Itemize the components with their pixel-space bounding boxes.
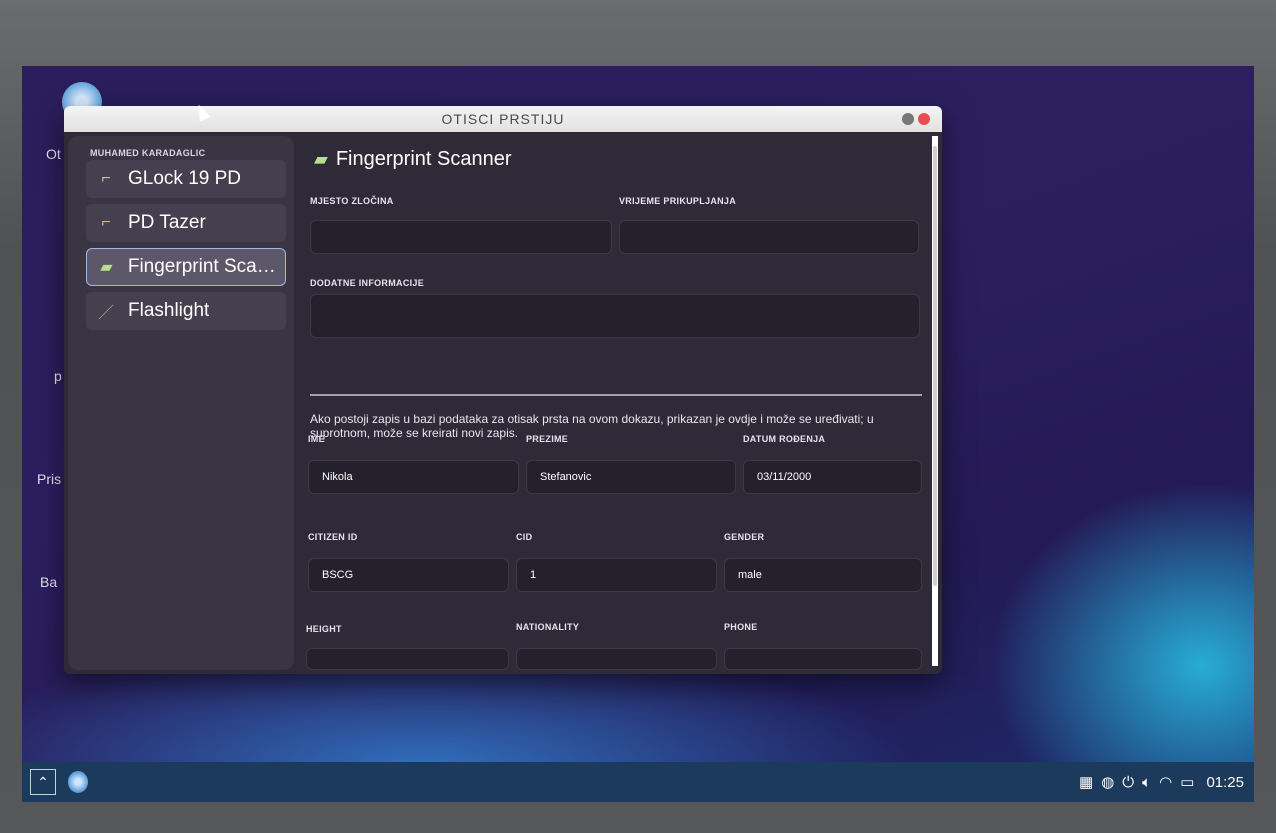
pistol-icon: ⌐ — [101, 170, 111, 187]
additional-info-input[interactable] — [310, 294, 920, 338]
height-label: HEIGHT — [306, 624, 342, 634]
globe-icon[interactable]: ◍ — [1101, 773, 1114, 791]
power-icon[interactable]: ⏻ — [1122, 774, 1134, 791]
first-name-label: IME — [308, 434, 325, 444]
height-input[interactable] — [306, 648, 509, 670]
sidebar-item-glock[interactable]: ⌐ GLock 19 PD — [86, 160, 286, 198]
page-title: ▰ Fingerprint Scanner — [314, 148, 512, 171]
phone-label: PHONE — [724, 622, 758, 632]
system-tray: ▦ ◍ ⏻ 🔈︎ ◠ ▭ 01:25 — [1079, 773, 1244, 792]
gender-input[interactable]: male — [724, 558, 922, 592]
page-title-text: Fingerprint Scanner — [335, 148, 512, 170]
last-name-input[interactable]: Stefanovic — [526, 460, 736, 494]
taskbar: ⌃ ▦ ◍ ⏻ 🔈︎ ◠ ▭ 01:25 — [22, 762, 1254, 802]
sidebar-item-label: PD Tazer — [128, 212, 206, 233]
sidebar-item-label: Fingerprint Scanner — [127, 256, 285, 277]
close-button[interactable] — [918, 113, 930, 125]
first-name-input[interactable]: Nikola — [308, 460, 519, 494]
sidebar-item-fingerprint-scanner[interactable]: ▰ Fingerprint Scanner — [86, 248, 286, 286]
wifi-icon[interactable]: ◠ — [1159, 773, 1172, 791]
volume-icon[interactable]: 🔈︎ — [1142, 774, 1151, 791]
crime-scene-label: MJESTO ZLOČINA — [310, 196, 394, 206]
battery-icon[interactable]: ▭ — [1180, 773, 1194, 791]
cid-label: CID — [516, 532, 533, 542]
sidebar: MUHAMED KARADAGLIC ⌐ GLock 19 PD ⌐ PD Ta… — [68, 136, 294, 670]
scrollbar-thumb[interactable] — [933, 146, 937, 586]
nationality-label: NATIONALITY — [516, 622, 580, 632]
fingerprint-scanner-icon: ▰ — [314, 149, 328, 169]
fingerprint-scanner-icon: ▰ — [100, 259, 113, 276]
gender-label: GENDER — [724, 532, 765, 542]
sidebar-item-label: Flashlight — [128, 300, 210, 321]
window-title: OTISCI PRSTIJU — [441, 111, 565, 127]
additional-info-label: DODATNE INFORMACIJE — [310, 278, 425, 288]
dob-label: DATUM ROĐENJA — [743, 434, 826, 444]
sidebar-item-label: GLock 19 PD — [128, 168, 241, 189]
owner-name: MUHAMED KARADAGLIC — [90, 148, 206, 158]
citizen-id-label: CITIZEN ID — [308, 532, 358, 542]
taser-icon: ⌐ — [101, 214, 111, 231]
clock: 01:25 — [1206, 773, 1244, 791]
phone-input[interactable] — [724, 648, 922, 670]
desktop-label-2[interactable]: p — [54, 368, 62, 384]
desktop-label-4[interactable]: Ba — [40, 574, 57, 590]
nationality-input[interactable] — [516, 648, 717, 670]
sidebar-item-tazer[interactable]: ⌐ PD Tazer — [86, 204, 286, 242]
start-menu-button[interactable]: ⌃ — [30, 769, 56, 795]
crime-scene-input[interactable] — [310, 220, 612, 254]
dob-input[interactable]: 03/11/2000 — [743, 460, 922, 494]
collection-time-label: VRIJEME PRIKUPLJANJA — [619, 196, 737, 206]
desktop-label-1[interactable]: Ot — [46, 146, 61, 162]
last-name-label: PREZIME — [526, 434, 569, 444]
desktop-label-3[interactable]: Pris — [37, 471, 61, 487]
collection-time-input[interactable] — [619, 220, 919, 254]
minimize-button[interactable] — [902, 113, 914, 125]
main-panel: ▰ Fingerprint Scanner MJESTO ZLOČINA VRI… — [304, 136, 922, 670]
sidebar-item-flashlight[interactable]: ／ Flashlight — [86, 292, 286, 330]
fingerprint-taskbar-icon[interactable] — [68, 771, 88, 793]
flashlight-icon: ／ — [97, 305, 114, 322]
app-window: OTISCI PRSTIJU MUHAMED KARADAGLIC ⌐ GLoc… — [64, 106, 942, 674]
cid-input[interactable]: 1 — [516, 558, 717, 592]
divider — [310, 394, 922, 396]
qr-icon[interactable]: ▦ — [1079, 773, 1093, 791]
citizen-id-input[interactable]: BSCG — [308, 558, 509, 592]
